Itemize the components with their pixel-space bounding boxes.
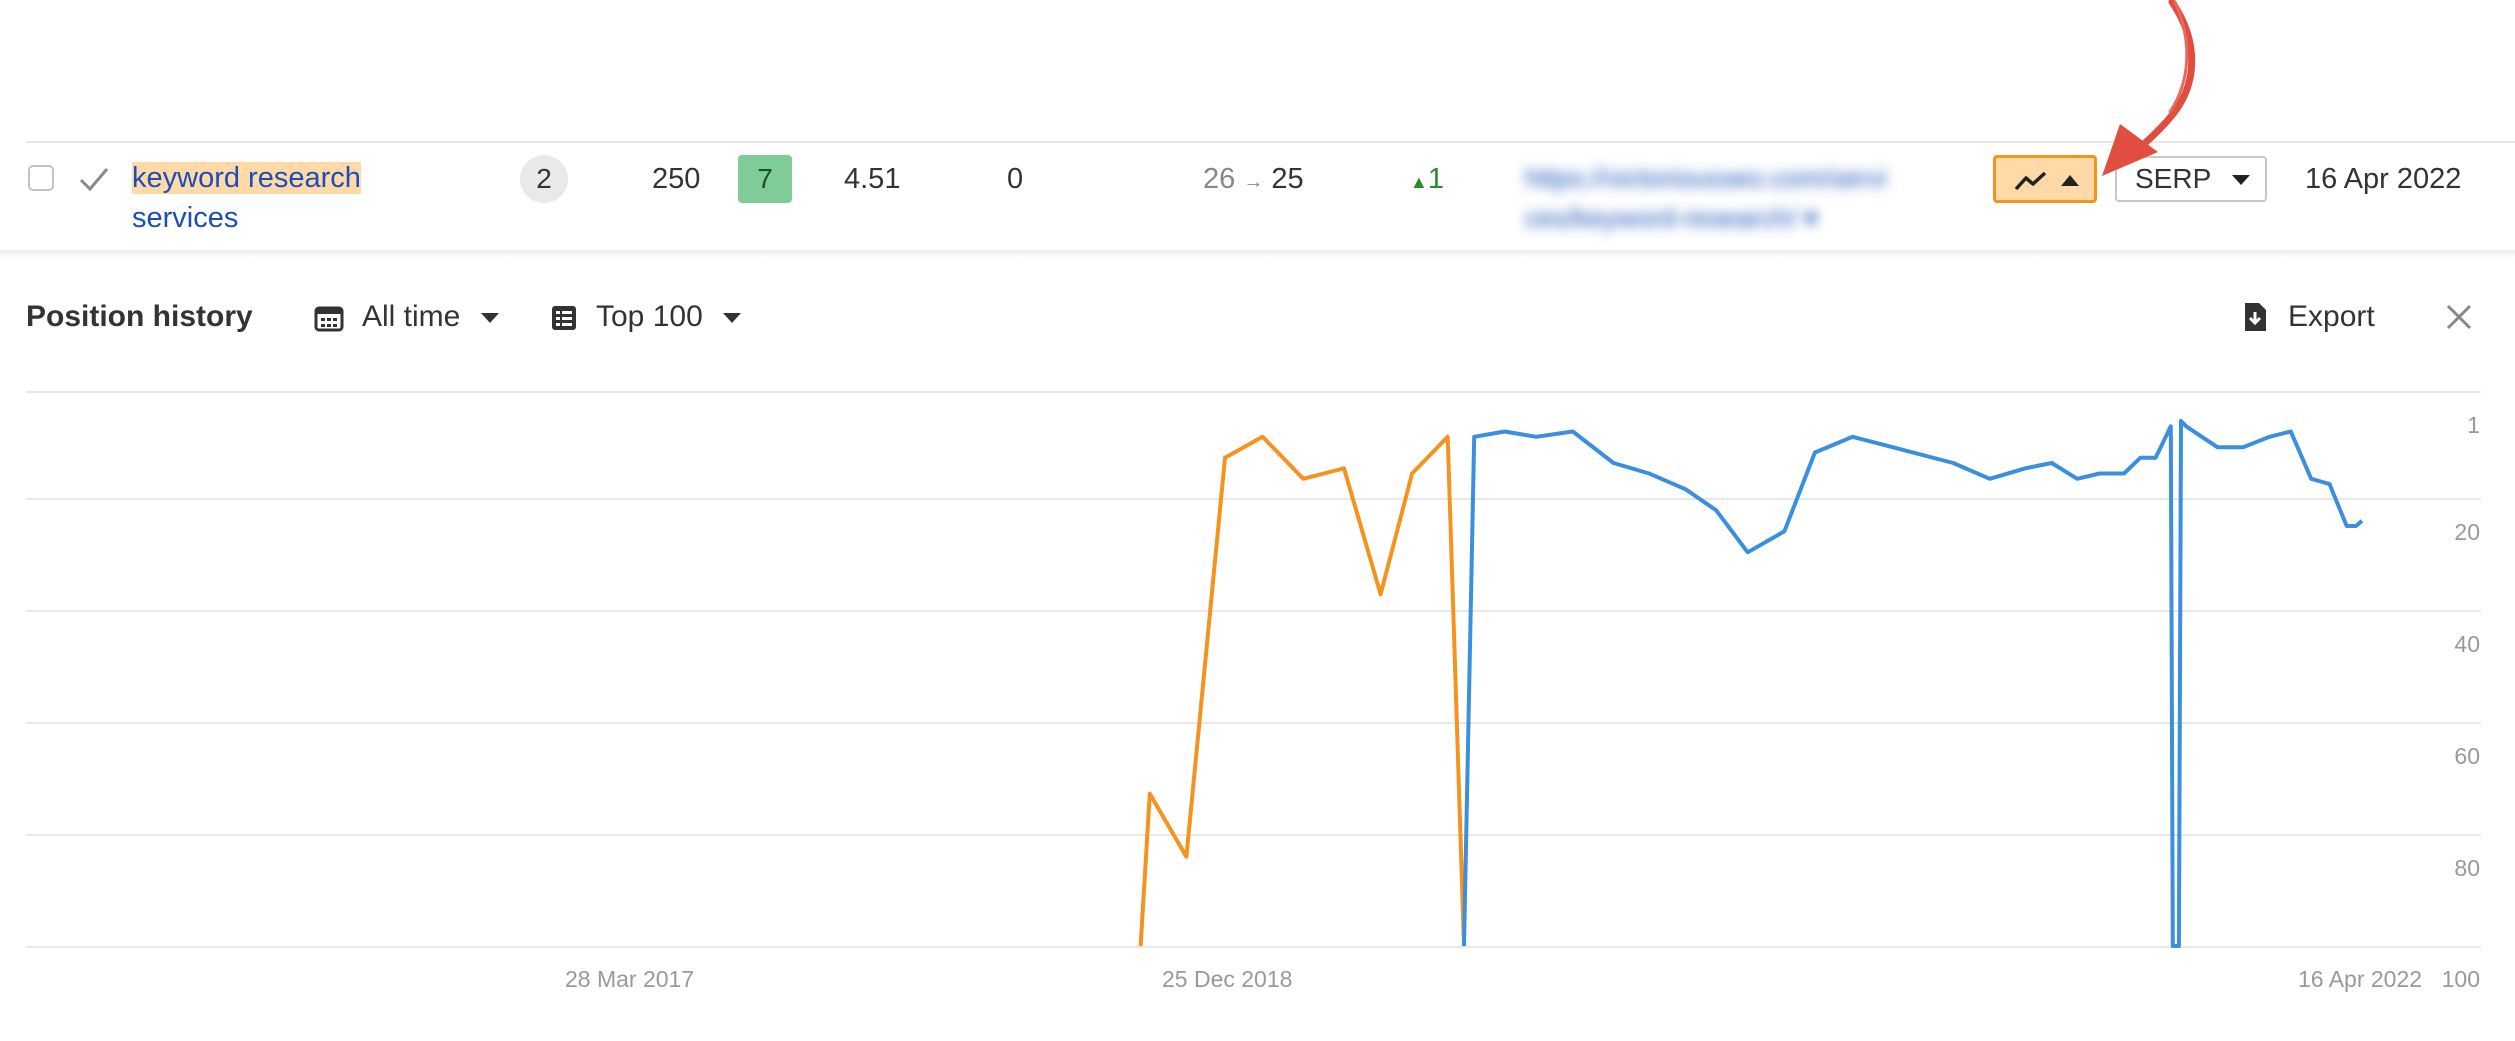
series-line-0 <box>1138 434 1466 947</box>
series-line-1 <box>1462 419 2364 948</box>
position-chart <box>1138 419 2364 948</box>
